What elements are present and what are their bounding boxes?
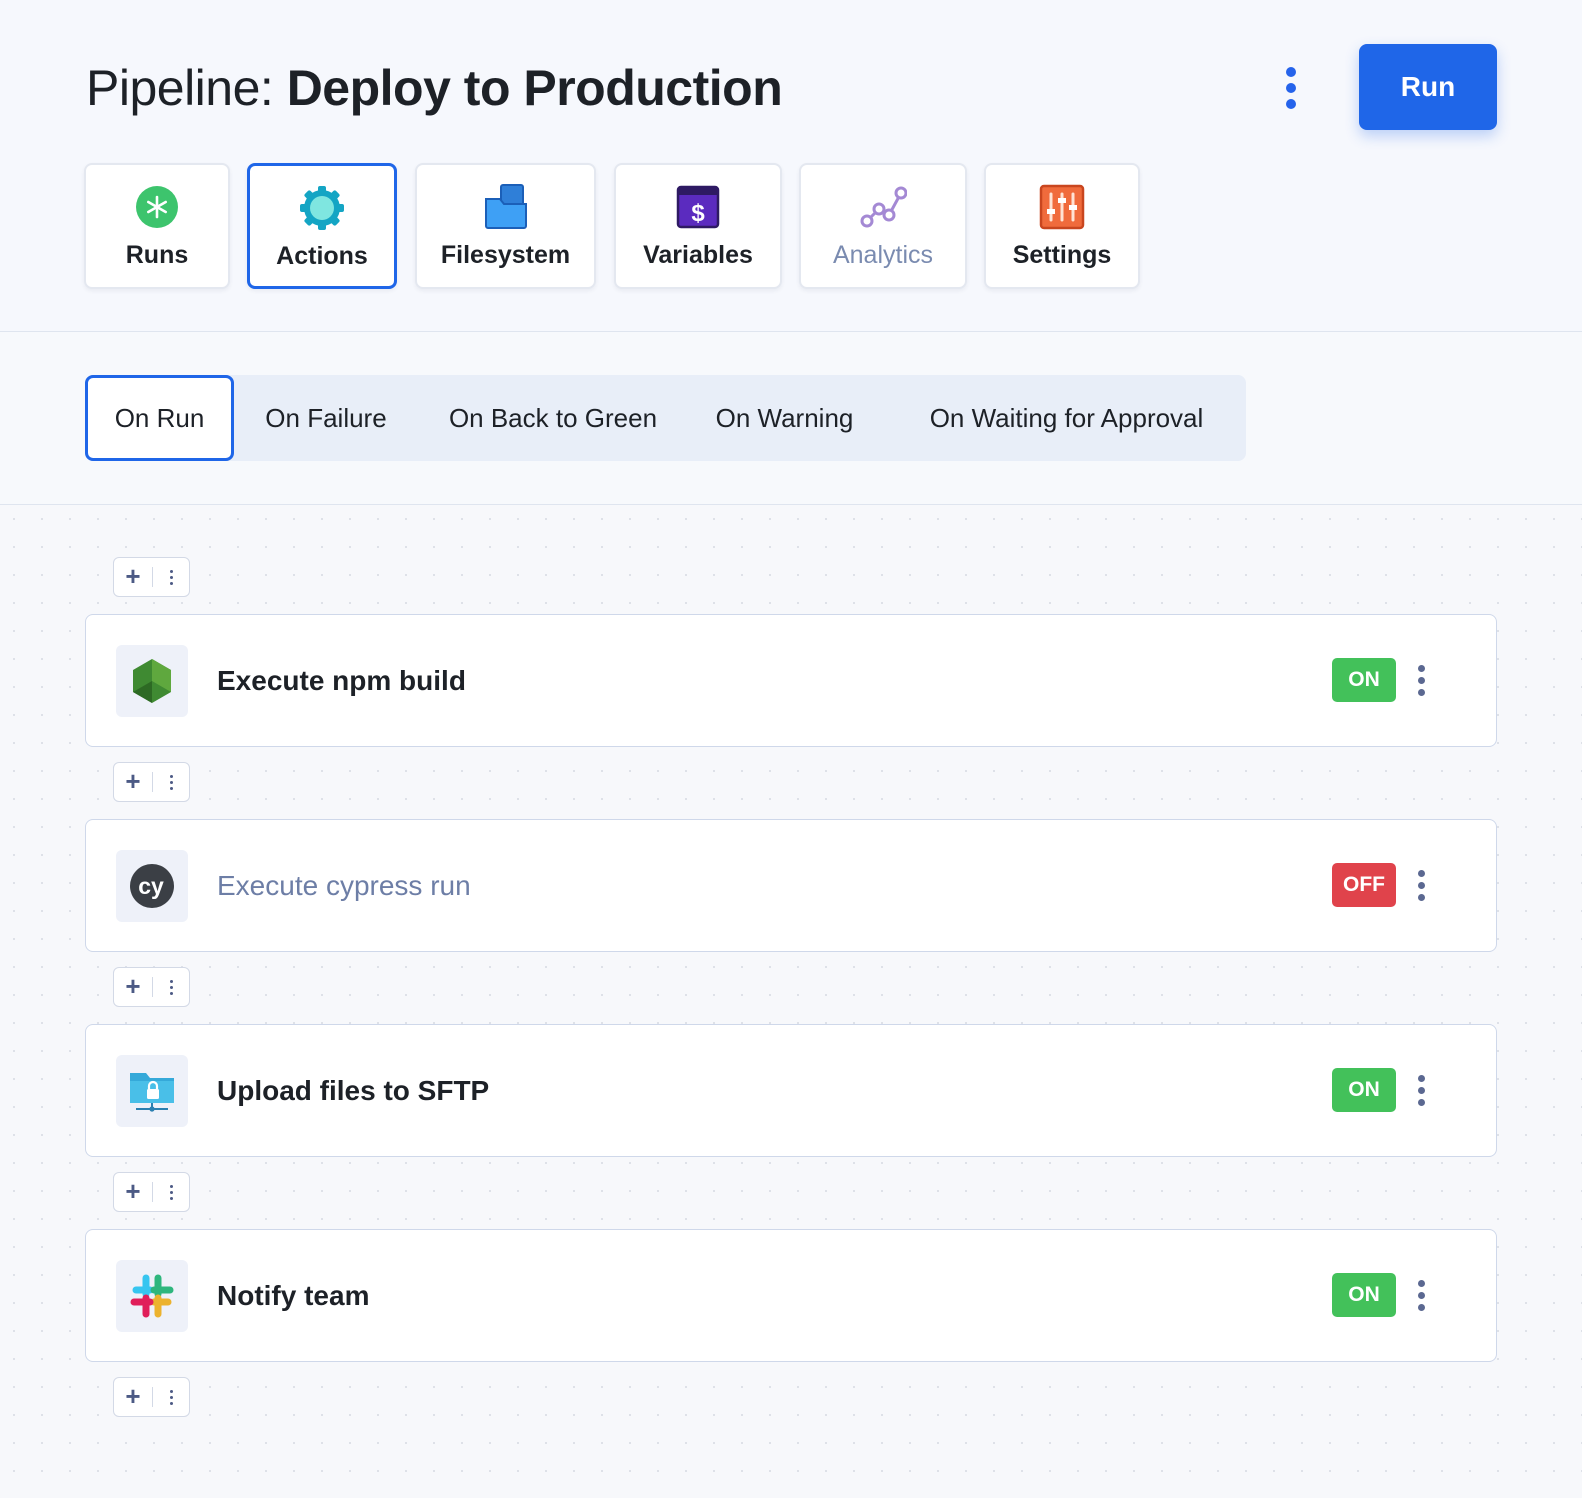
action-options-button[interactable] (1406, 655, 1436, 705)
action-options-button[interactable] (1406, 1065, 1436, 1115)
tab-on-waiting-for-approval[interactable]: On Waiting for Approval (904, 375, 1229, 461)
pipeline-name: Deploy to Production (286, 60, 783, 116)
pipeline-header: Pipeline: Deploy to Production Run Runs (0, 0, 1582, 332)
nav-filesystem[interactable]: Filesystem (415, 163, 596, 289)
nav-runs[interactable]: Runs (84, 163, 230, 289)
slack-icon (116, 1260, 188, 1332)
tab-on-failure[interactable]: On Failure (248, 375, 404, 461)
nav-analytics[interactable]: Analytics (799, 163, 967, 289)
nav-runs-label: Runs (125, 241, 189, 269)
add-action-button[interactable]: + (114, 558, 152, 596)
insert-action-control: + (113, 967, 190, 1007)
gear-icon (298, 184, 346, 232)
action-name: Upload files to SFTP (217, 1075, 490, 1106)
action-card[interactable]: Execute npm build ON (85, 614, 1497, 747)
nav-variables[interactable]: $ Variables (614, 163, 782, 289)
page-title: Pipeline: Deploy to Production (86, 58, 783, 118)
analytics-icon (859, 183, 908, 231)
action-name: Execute cypress run (217, 870, 471, 901)
action-options-button[interactable] (1406, 860, 1436, 910)
insert-action-control: + (113, 557, 190, 597)
insert-options-button[interactable] (153, 763, 190, 801)
asterisk-icon (133, 183, 181, 231)
tab-on-back-to-green[interactable]: On Back to Green (434, 375, 672, 461)
tab-on-warning[interactable]: On Warning (702, 375, 867, 461)
nav-settings-label: Settings (1012, 241, 1112, 269)
insert-action-control: + (113, 1172, 190, 1212)
add-action-button[interactable]: + (114, 1378, 152, 1416)
nav-filesystem-label: Filesystem (440, 241, 571, 269)
insert-options-button[interactable] (153, 1378, 190, 1416)
insert-options-button[interactable] (153, 968, 190, 1006)
nav-variables-label: Variables (643, 241, 753, 269)
svg-text:$: $ (691, 200, 705, 227)
more-options-button[interactable] (1278, 58, 1304, 118)
cypress-icon: cy (116, 850, 188, 922)
action-name: Execute npm build (217, 665, 466, 696)
svg-text:cy: cy (138, 873, 164, 899)
tab-on-run[interactable]: On Run (85, 375, 234, 461)
nav-actions-label: Actions (276, 242, 368, 270)
nav-actions[interactable]: Actions (247, 163, 397, 289)
page-title-prefix: Pipeline: (86, 60, 287, 116)
sftp-icon (116, 1055, 188, 1127)
action-status-toggle[interactable]: OFF (1332, 863, 1396, 907)
insert-action-control: + (113, 1377, 190, 1417)
action-status-toggle[interactable]: ON (1332, 1273, 1396, 1317)
action-options-button[interactable] (1406, 1270, 1436, 1320)
add-action-button[interactable]: + (114, 1173, 152, 1211)
action-card[interactable]: cy Execute cypress run OFF (85, 819, 1497, 952)
nav-analytics-label: Analytics (832, 241, 934, 269)
action-card[interactable]: Notify team ON (85, 1229, 1497, 1362)
nodejs-icon (116, 645, 188, 717)
vertical-dots-icon (1286, 67, 1296, 109)
dollar-icon: $ (674, 183, 722, 231)
action-name: Notify team (217, 1280, 370, 1311)
insert-options-button[interactable] (153, 1173, 190, 1211)
action-status-toggle[interactable]: ON (1332, 1068, 1396, 1112)
sliders-icon (1038, 183, 1086, 231)
insert-options-button[interactable] (153, 558, 190, 596)
insert-action-control: + (113, 762, 190, 802)
add-action-button[interactable]: + (114, 763, 152, 801)
run-button[interactable]: Run (1359, 44, 1497, 130)
action-card[interactable]: Upload files to SFTP ON (85, 1024, 1497, 1157)
nav-settings[interactable]: Settings (984, 163, 1140, 289)
folder-icon (482, 183, 530, 231)
add-action-button[interactable]: + (114, 968, 152, 1006)
action-status-toggle[interactable]: ON (1332, 658, 1396, 702)
